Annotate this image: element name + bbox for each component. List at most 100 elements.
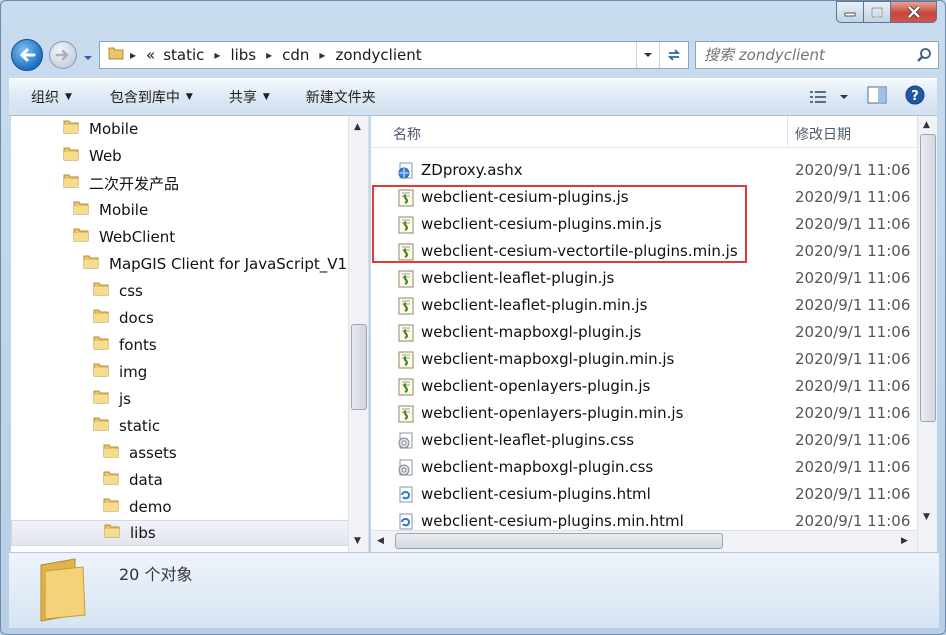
breadcrumb-overflow[interactable]: «: [146, 46, 155, 64]
file-list-vertical-scrollbar[interactable]: ▲ ▼: [917, 116, 937, 552]
navigation-bar: ▸ « static ▸ libs ▸ cdn ▸ zondyclient: [11, 37, 939, 73]
scrollbar-thumb[interactable]: [395, 533, 723, 549]
preview-pane-button[interactable]: [867, 86, 887, 108]
svg-text:?: ?: [911, 89, 919, 104]
new-folder-label: 新建文件夹: [305, 90, 376, 106]
tree-item-web[interactable]: Web: [63, 143, 122, 169]
tree-item-secondary-dev[interactable]: 二次开发产品: [63, 170, 179, 196]
command-toolbar: 组织 ▼ 包含到库中 ▼ 共享 ▼ 新建文件夹 ?: [9, 78, 937, 116]
breadcrumb-libs[interactable]: libs: [230, 46, 256, 64]
file-row[interactable]: webclient-leaflet-plugins.css 2020/9/1 1…: [371, 427, 917, 454]
folder-icon: [104, 523, 120, 543]
scroll-down-icon[interactable]: ▼: [354, 536, 361, 546]
file-name: ZDproxy.ashx: [421, 161, 523, 179]
file-name: webclient-openlayers-plugin.min.js: [421, 404, 684, 422]
script-icon: [397, 378, 415, 400]
tree-item-js[interactable]: js: [93, 386, 131, 412]
close-button[interactable]: [891, 1, 937, 23]
file-row[interactable]: ZDproxy.ashx 2020/9/1 11:06: [371, 157, 917, 184]
file-name: webclient-leaflet-plugins.css: [421, 431, 635, 449]
breadcrumb-cdn[interactable]: cdn: [282, 46, 309, 64]
breadcrumb-separator-icon[interactable]: ▸: [214, 48, 220, 62]
help-button[interactable]: ?: [905, 85, 925, 109]
tree-item-webclient[interactable]: WebClient: [73, 224, 175, 250]
tree-item-mobile-2[interactable]: Mobile: [73, 197, 148, 223]
tree-item-demo[interactable]: demo: [103, 494, 172, 520]
scroll-down-icon[interactable]: ▼: [923, 512, 930, 522]
file-row[interactable]: webclient-cesium-plugins.min.html 2020/9…: [371, 508, 917, 530]
file-row[interactable]: webclient-leaflet-plugin.min.js 2020/9/1…: [371, 292, 917, 319]
tree-item-docs[interactable]: docs: [93, 305, 154, 331]
column-modified[interactable]: 修改日期: [795, 124, 851, 144]
tree-item-data[interactable]: data: [103, 467, 163, 493]
details-pane: 20 个对象: [9, 552, 939, 628]
file-name: webclient-openlayers-plugin.js: [421, 377, 651, 395]
column-header: 名称 修改日期: [371, 116, 917, 148]
tree-item-fonts[interactable]: fonts: [93, 332, 157, 358]
tree-item-label: Web: [89, 147, 122, 165]
forward-button[interactable]: [49, 41, 77, 69]
file-row[interactable]: webclient-cesium-plugins.html 2020/9/1 1…: [371, 481, 917, 508]
address-history-button[interactable]: [636, 42, 659, 68]
script-icon: [397, 351, 415, 373]
file-name: webclient-leaflet-plugin.min.js: [421, 296, 648, 314]
scroll-right-icon[interactable]: ▶: [901, 536, 908, 546]
file-row[interactable]: webclient-mapboxgl-plugin.js 2020/9/1 11…: [371, 319, 917, 346]
scroll-left-icon[interactable]: ◀: [377, 536, 384, 546]
file-row[interactable]: webclient-leaflet-plugin.js 2020/9/1 11:…: [371, 265, 917, 292]
scrollbar-thumb[interactable]: [351, 324, 367, 410]
new-folder-button[interactable]: 新建文件夹: [306, 87, 376, 107]
breadcrumb-zondyclient[interactable]: zondyclient: [335, 46, 421, 64]
navigation-pane-scrollbar[interactable]: ▲ ▼: [348, 116, 368, 552]
tree-item-label: Mobile: [99, 201, 149, 219]
change-view-button[interactable]: [809, 89, 849, 105]
file-date: 2020/9/1 11:06: [795, 512, 911, 530]
refresh-button[interactable]: [659, 42, 688, 68]
recent-pages-dropdown[interactable]: [83, 50, 93, 66]
chevron-down-icon: ▼: [65, 92, 72, 102]
column-name[interactable]: 名称: [393, 124, 421, 144]
file-row[interactable]: webclient-openlayers-plugin.js 2020/9/1 …: [371, 373, 917, 400]
maximize-button[interactable]: [864, 1, 891, 23]
tree-item-assets[interactable]: assets: [103, 440, 177, 466]
folder-icon: [73, 227, 89, 247]
preview-pane-icon: [867, 86, 887, 104]
css-icon: [397, 432, 415, 454]
organize-menu[interactable]: 组织 ▼: [31, 87, 72, 107]
breadcrumb-static[interactable]: static: [163, 46, 204, 64]
file-list-horizontal-scrollbar[interactable]: ◀ ▶: [371, 530, 917, 552]
scroll-up-icon[interactable]: ▲: [354, 122, 361, 132]
address-bar[interactable]: ▸ « static ▸ libs ▸ cdn ▸ zondyclient: [99, 41, 689, 69]
back-button[interactable]: [11, 39, 43, 71]
tree-item-label: MapGIS Client for JavaScript_V10: [109, 255, 357, 273]
item-count: 20 个对象: [119, 565, 193, 584]
scrollbar-thumb[interactable]: [920, 134, 936, 422]
breadcrumb-separator-icon[interactable]: ▸: [266, 48, 272, 62]
file-row[interactable]: webclient-mapboxgl-plugin.min.js 2020/9/…: [371, 346, 917, 373]
share-menu[interactable]: 共享 ▼: [229, 87, 270, 107]
tree-item-mobile[interactable]: Mobile: [63, 116, 138, 142]
file-row[interactable]: webclient-openlayers-plugin.min.js 2020/…: [371, 400, 917, 427]
breadcrumb-separator-icon[interactable]: ▸: [319, 48, 325, 62]
tree-item-css[interactable]: css: [93, 278, 143, 304]
file-date: 2020/9/1 11:06: [795, 161, 911, 179]
minimize-button[interactable]: [836, 1, 864, 23]
file-date: 2020/9/1 11:06: [795, 242, 911, 260]
scroll-up-icon[interactable]: ▲: [923, 120, 930, 130]
tree-item-label: data: [129, 471, 163, 489]
search-icon[interactable]: [916, 47, 932, 67]
search-input[interactable]: [704, 46, 904, 64]
file-row[interactable]: webclient-mapboxgl-plugin.css 2020/9/1 1…: [371, 454, 917, 481]
tree-item-img[interactable]: img: [93, 359, 147, 385]
arrow-left-icon: [19, 48, 36, 62]
folder-icon: [93, 362, 109, 382]
highlight-box: [372, 185, 747, 263]
search-box[interactable]: [695, 41, 939, 69]
tree-item-mapgis-client[interactable]: MapGIS Client for JavaScript_V10: [83, 251, 357, 277]
include-in-library-menu[interactable]: 包含到库中 ▼: [110, 87, 193, 107]
chevron-down-icon: [644, 53, 652, 57]
tree-item-static[interactable]: static: [93, 413, 160, 439]
tree-item-libs[interactable]: libs: [11, 520, 349, 546]
file-name: webclient-cesium-plugins.min.html: [421, 512, 684, 530]
column-divider[interactable]: [787, 116, 788, 148]
